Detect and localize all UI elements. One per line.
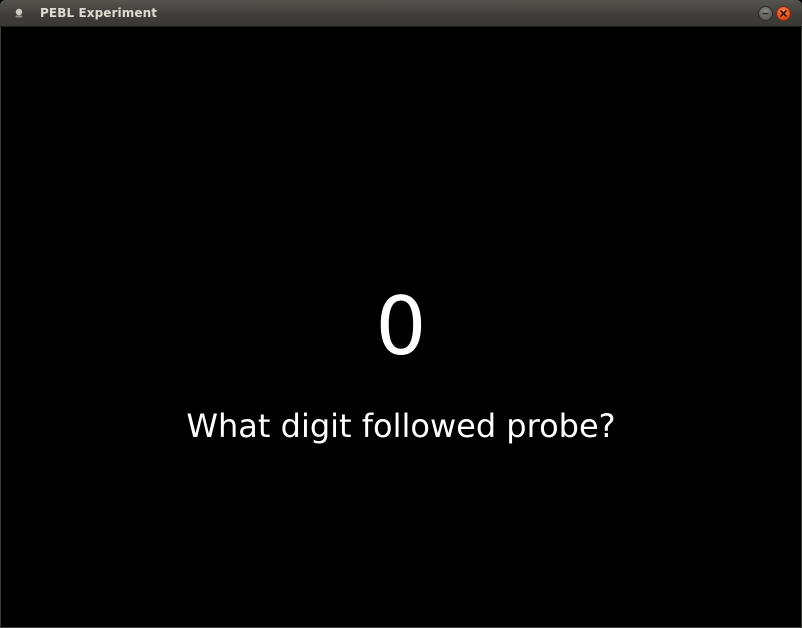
minimize-button[interactable] — [758, 6, 773, 21]
experiment-canvas[interactable]: 0 What digit followed probe? — [1, 27, 801, 627]
window-border-left — [0, 27, 1, 628]
window-title: PEBL Experiment — [40, 6, 158, 20]
app-icon — [15, 8, 23, 18]
title-bar[interactable]: PEBL Experiment — [0, 0, 802, 27]
app-window: PEBL Experiment 0 What digit followed pr… — [0, 0, 802, 628]
question-prompt: What digit followed probe? — [186, 407, 616, 445]
close-button[interactable] — [776, 6, 791, 21]
minimize-icon — [762, 12, 769, 15]
probe-digit: 0 — [375, 280, 427, 373]
close-icon — [780, 10, 787, 17]
